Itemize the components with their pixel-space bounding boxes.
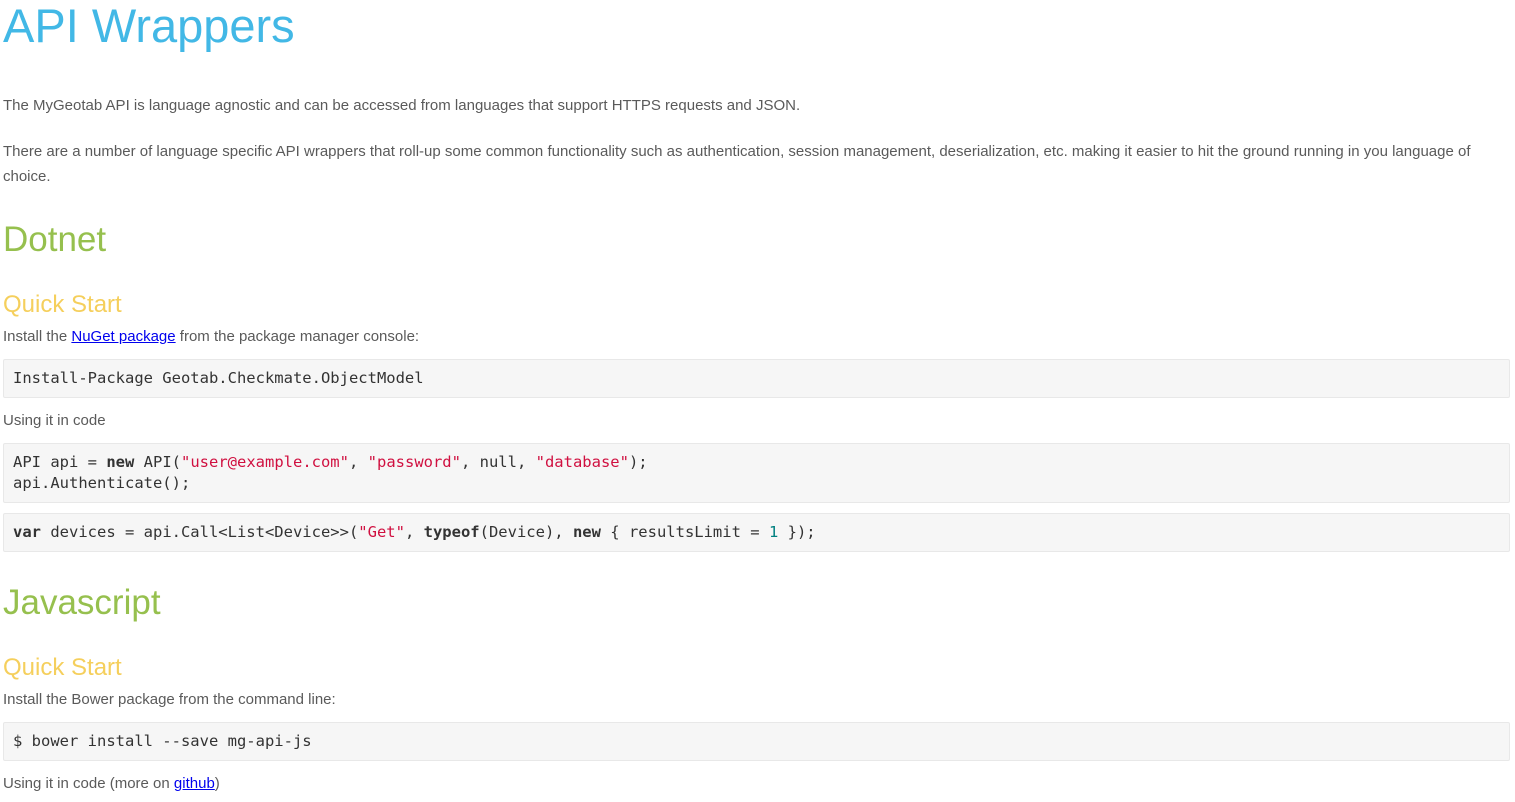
code-string-username: "user@example.com" — [181, 453, 349, 471]
dotnet-usage-code-block-1: API api = new API("user@example.com", "p… — [3, 443, 1510, 503]
javascript-install-instructions: Install the Bower package from the comma… — [3, 691, 336, 708]
code-keyword-var: var — [13, 523, 41, 541]
section-heading-dotnet: Dotnet — [3, 220, 107, 259]
dotnet-install-suffix: from the package manager console: — [175, 328, 420, 345]
dotnet-install-command: Install-Package Geotab.Checkmate.ObjectM… — [13, 369, 424, 387]
code-text: API( — [134, 453, 181, 471]
nuget-package-link[interactable]: NuGet package — [71, 328, 175, 345]
javascript-install-command: $ bower install --save mg-api-js — [13, 732, 312, 750]
dotnet-usage-code-block-2: var devices = api.Call<List<Device>>("Ge… — [3, 513, 1510, 552]
code-keyword-new: new — [572, 523, 601, 541]
javascript-usage-text: Using it in code (more on github) — [3, 771, 1503, 796]
javascript-usage-prefix: Using it in code (more on — [3, 775, 174, 792]
code-number-results-limit: 1 — [768, 523, 779, 541]
code-string-get: "Get" — [358, 523, 405, 541]
dotnet-install-code-block: Install-Package Geotab.Checkmate.ObjectM… — [3, 359, 1510, 398]
intro-paragraph-1: The MyGeotab API is language agnostic an… — [3, 97, 801, 114]
code-text: , — [404, 523, 424, 541]
code-string-password: "password" — [367, 453, 461, 471]
github-link[interactable]: github — [174, 775, 215, 792]
subsection-heading-javascript-quick-start: Quick Start — [3, 654, 122, 681]
code-text: }); — [778, 523, 816, 541]
code-keyword-typeof: typeof — [423, 523, 480, 541]
code-text: ); — [628, 453, 648, 471]
section-heading-javascript: Javascript — [3, 583, 161, 622]
code-string-database: "database" — [535, 453, 629, 471]
code-text: { resultsLimit = — [600, 523, 769, 541]
intro-paragraph-2: There are a number of language specific … — [3, 143, 1471, 185]
code-text: devices = api.Call<List<Device>>( — [41, 523, 359, 541]
code-line-authenticate: api.Authenticate(); — [13, 474, 191, 492]
code-keyword-new: new — [106, 453, 135, 471]
page-title: API Wrappers — [3, 0, 295, 52]
dotnet-install-prefix: Install the — [3, 328, 72, 345]
code-text: (Device), — [479, 523, 573, 541]
code-text: API api = — [13, 453, 107, 471]
code-text: , — [348, 453, 368, 471]
subsection-heading-dotnet-quick-start: Quick Start — [3, 291, 122, 318]
dotnet-usage-text: Using it in code — [3, 412, 106, 429]
javascript-usage-suffix: ) — [214, 775, 220, 792]
dotnet-install-instructions: Install the NuGet package from the packa… — [3, 324, 1503, 349]
code-text: , null, — [460, 453, 536, 471]
javascript-install-code-block: $ bower install --save mg-api-js — [3, 722, 1510, 761]
